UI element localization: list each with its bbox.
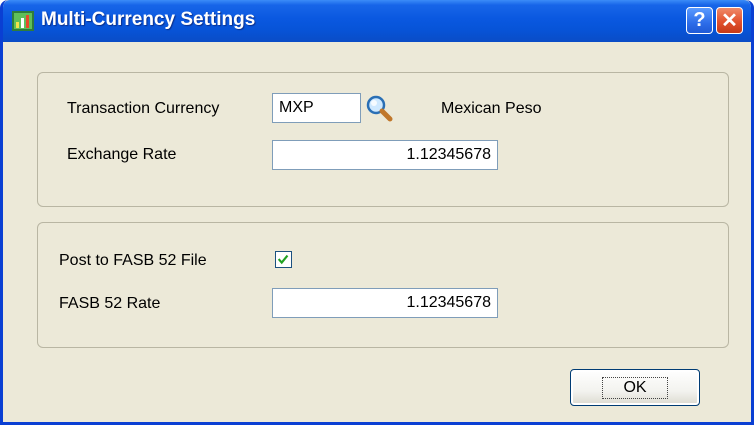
title-bar[interactable]: Multi-Currency Settings ? ✕ [3,0,751,42]
ok-button[interactable]: OK [570,369,700,406]
help-icon: ? [693,9,706,31]
transaction-currency-input[interactable] [272,93,361,123]
help-button[interactable]: ? [686,7,713,34]
checkmark-icon [277,254,289,265]
exchange-rate-label: Exchange Rate [67,146,177,163]
post-to-fasb-checkbox[interactable] [275,251,292,268]
currency-name: Mexican Peso [441,100,542,117]
close-button[interactable]: ✕ [716,7,743,34]
exchange-rate-input[interactable] [272,140,498,170]
close-icon: ✕ [721,10,738,32]
window-title: Multi-Currency Settings [41,9,256,30]
fasb-group-box [37,222,729,348]
magnifier-icon[interactable] [364,93,394,123]
app-icon [12,11,34,31]
multi-currency-settings-dialog: Multi-Currency Settings ? ✕ Transaction … [0,0,754,425]
transaction-currency-label: Transaction Currency [67,100,220,117]
ok-button-label: OK [602,376,668,399]
fasb-rate-input[interactable] [272,288,498,318]
post-to-fasb-label: Post to FASB 52 File [59,252,207,269]
fasb-rate-label: FASB 52 Rate [59,295,161,312]
